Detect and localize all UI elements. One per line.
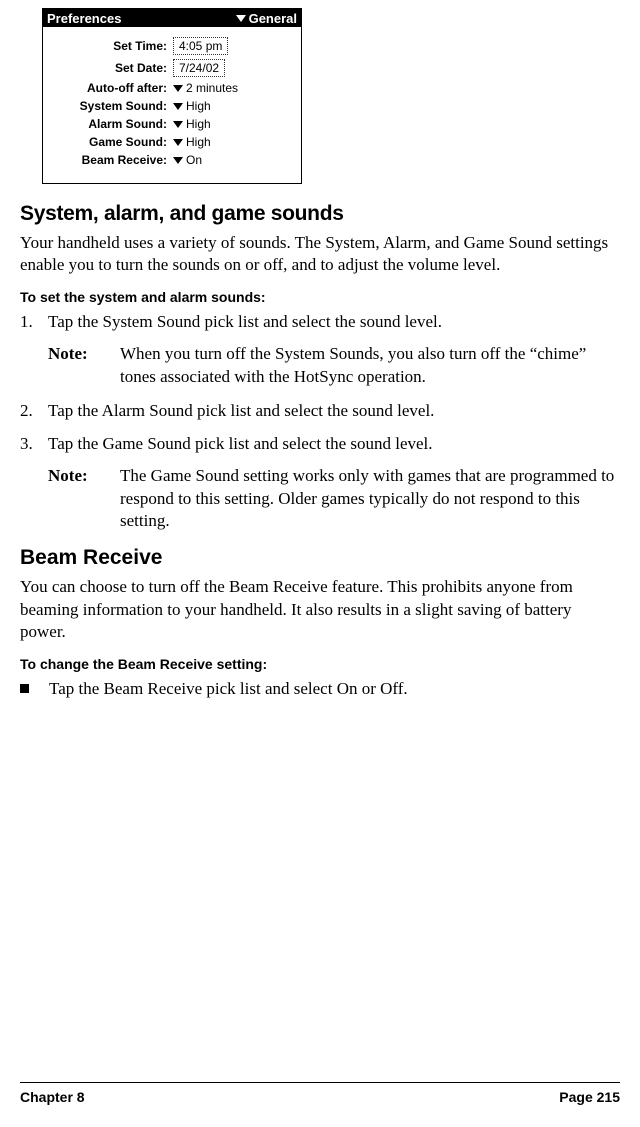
value-beam-receive: On bbox=[186, 153, 202, 167]
picker-system-sound[interactable]: High bbox=[173, 99, 211, 113]
value-system-sound: High bbox=[186, 99, 211, 113]
note-1: Note: When you turn off the System Sound… bbox=[48, 343, 620, 388]
row-system-sound: System Sound: High bbox=[53, 99, 291, 113]
palm-category-label: General bbox=[249, 11, 297, 26]
row-set-date: Set Date: 7/24/02 bbox=[53, 59, 291, 77]
step-number: 1. bbox=[20, 311, 48, 333]
picker-alarm-sound[interactable]: High bbox=[173, 117, 211, 131]
step-1-text: Tap the System Sound pick list and selec… bbox=[48, 311, 442, 333]
chevron-down-icon bbox=[173, 85, 183, 92]
step-3: 3. Tap the Game Sound pick list and sele… bbox=[20, 433, 620, 455]
chevron-down-icon bbox=[173, 139, 183, 146]
picker-beam-receive[interactable]: On bbox=[173, 153, 202, 167]
step-number: 2. bbox=[20, 400, 48, 422]
step-3-text: Tap the Game Sound pick list and select … bbox=[48, 433, 433, 455]
sounds-intro: Your handheld uses a variety of sounds. … bbox=[20, 232, 620, 277]
picker-game-sound[interactable]: High bbox=[173, 135, 211, 149]
square-bullet-icon bbox=[20, 684, 29, 693]
note-label: Note: bbox=[48, 343, 120, 388]
chevron-down-icon bbox=[173, 103, 183, 110]
beam-intro: You can choose to turn off the Beam Rece… bbox=[20, 576, 620, 643]
label-set-time: Set Time: bbox=[53, 39, 173, 53]
note-1-text: When you turn off the System Sounds, you… bbox=[120, 343, 620, 388]
row-auto-off: Auto-off after: 2 minutes bbox=[53, 81, 291, 95]
note-2-text: The Game Sound setting works only with g… bbox=[120, 465, 620, 532]
label-system-sound: System Sound: bbox=[53, 99, 173, 113]
step-1: 1. Tap the System Sound pick list and se… bbox=[20, 311, 620, 333]
footer-page: Page 215 bbox=[559, 1089, 620, 1105]
value-set-time[interactable]: 4:05 pm bbox=[173, 37, 228, 55]
label-set-date: Set Date: bbox=[53, 61, 173, 75]
label-auto-off: Auto-off after: bbox=[53, 81, 173, 95]
palm-preferences-screenshot: Preferences General Set Time: 4:05 pm Se… bbox=[42, 8, 302, 184]
step-number: 3. bbox=[20, 433, 48, 455]
value-game-sound: High bbox=[186, 135, 211, 149]
value-alarm-sound: High bbox=[186, 117, 211, 131]
chevron-down-icon bbox=[173, 121, 183, 128]
row-set-time: Set Time: 4:05 pm bbox=[53, 37, 291, 55]
beam-bullet: Tap the Beam Receive pick list and selec… bbox=[20, 678, 620, 700]
footer-chapter: Chapter 8 bbox=[20, 1089, 85, 1105]
value-set-date[interactable]: 7/24/02 bbox=[173, 59, 225, 77]
chevron-down-icon bbox=[173, 157, 183, 164]
beam-bullet-text: Tap the Beam Receive pick list and selec… bbox=[49, 678, 408, 700]
note-label: Note: bbox=[48, 465, 120, 532]
palm-body: Set Time: 4:05 pm Set Date: 7/24/02 Auto… bbox=[43, 27, 301, 183]
heading-beam: Beam Receive bbox=[20, 546, 620, 570]
label-game-sound: Game Sound: bbox=[53, 135, 173, 149]
step-2: 2. Tap the Alarm Sound pick list and sel… bbox=[20, 400, 620, 422]
palm-titlebar: Preferences General bbox=[43, 9, 301, 27]
step-2-text: Tap the Alarm Sound pick list and select… bbox=[48, 400, 434, 422]
heading-beam-procedure: To change the Beam Receive setting: bbox=[20, 656, 620, 672]
row-game-sound: Game Sound: High bbox=[53, 135, 291, 149]
row-alarm-sound: Alarm Sound: High bbox=[53, 117, 291, 131]
label-beam-receive: Beam Receive: bbox=[53, 153, 173, 167]
heading-set-sounds-procedure: To set the system and alarm sounds: bbox=[20, 289, 620, 305]
label-alarm-sound: Alarm Sound: bbox=[53, 117, 173, 131]
heading-sounds: System, alarm, and game sounds bbox=[20, 202, 620, 226]
row-beam-receive: Beam Receive: On bbox=[53, 153, 291, 167]
palm-title: Preferences bbox=[47, 11, 121, 26]
value-auto-off: 2 minutes bbox=[186, 81, 238, 95]
page-footer: Chapter 8 Page 215 bbox=[20, 1082, 620, 1105]
picker-auto-off[interactable]: 2 minutes bbox=[173, 81, 238, 95]
note-2: Note: The Game Sound setting works only … bbox=[48, 465, 620, 532]
chevron-down-icon bbox=[236, 15, 246, 22]
palm-category-picker[interactable]: General bbox=[236, 11, 297, 26]
